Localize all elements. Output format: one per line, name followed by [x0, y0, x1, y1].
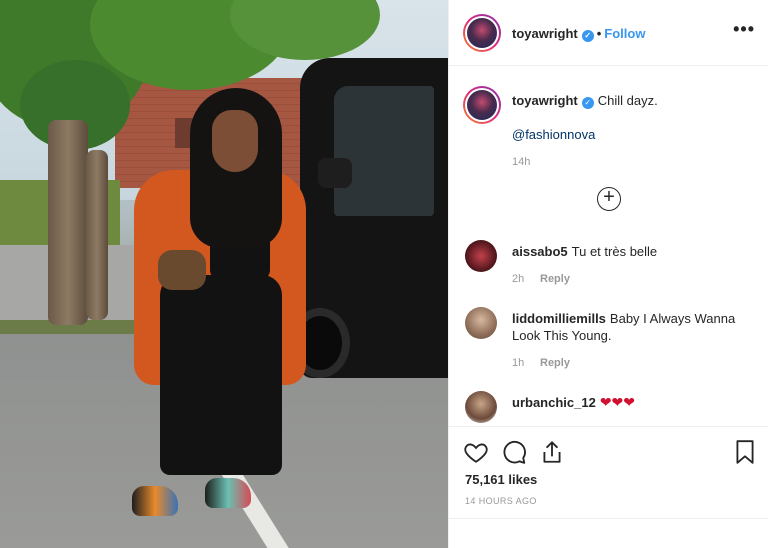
- comment-avatar[interactable]: [465, 391, 497, 423]
- bookmark-icon[interactable]: [732, 439, 758, 465]
- comment-text: aissabo5 Tu et très belle: [512, 243, 757, 260]
- comment-username[interactable]: aissabo5: [512, 244, 568, 259]
- caption-text: Chill dayz.: [597, 93, 658, 108]
- photo-tree-trunk: [48, 120, 88, 325]
- comment-text: urbanchic_12 ❤❤❤: [512, 394, 757, 411]
- photo-face: [212, 110, 258, 172]
- post-timestamp: 14 HOURS AGO: [465, 496, 537, 506]
- photo-purse: [158, 250, 206, 290]
- photo-pants: [160, 275, 282, 475]
- comment-avatar[interactable]: [465, 307, 497, 339]
- comment-body: Tu et très belle: [571, 244, 658, 259]
- comment-avatar[interactable]: [465, 240, 497, 272]
- comment-body: ❤❤❤: [599, 394, 636, 410]
- comment-timestamp: 1h: [512, 357, 525, 369]
- load-more-comments-icon[interactable]: +: [597, 187, 621, 211]
- post-actions: [449, 426, 768, 548]
- caption-timestamp: 14h: [512, 156, 531, 168]
- post-photo[interactable]: [0, 0, 448, 548]
- author-username[interactable]: toyawright: [512, 26, 578, 41]
- photo-truck: [290, 58, 448, 378]
- comment-icon[interactable]: [501, 439, 527, 465]
- caption-username[interactable]: toyawright: [512, 93, 578, 108]
- photo-tree-trunk: [86, 150, 108, 320]
- caption-mention-link[interactable]: @fashionnova: [512, 127, 595, 142]
- verified-badge-icon: ✓: [581, 30, 594, 42]
- verified-badge-icon: ✓: [581, 97, 594, 109]
- more-options-icon[interactable]: •••: [733, 20, 755, 38]
- comment-username[interactable]: urbanchic_12: [512, 395, 596, 410]
- comment-username[interactable]: liddomilliemills: [512, 311, 606, 326]
- heart-icon[interactable]: [463, 439, 489, 465]
- caption-avatar[interactable]: [463, 86, 501, 124]
- likes-count[interactable]: 75,161 likes: [465, 472, 537, 487]
- divider: [449, 518, 768, 519]
- author-username-row: toyawright ✓ • Follow: [512, 26, 645, 42]
- follow-button[interactable]: Follow: [604, 26, 645, 41]
- photo-shoe-right: [205, 478, 251, 508]
- comment-timestamp: 2h: [512, 273, 525, 285]
- post-sidebar: toyawright ✓ • Follow ••• toyawright ✓ Chill …: [448, 0, 768, 548]
- post-header: toyawright ✓ • Follow •••: [449, 0, 768, 66]
- caption-line: toyawright ✓ Chill dayz.: [512, 93, 658, 109]
- reply-button[interactable]: Reply: [540, 273, 570, 285]
- separator-dot: •: [596, 26, 602, 41]
- author-avatar[interactable]: [463, 14, 501, 52]
- photo-shoe-left: [132, 486, 178, 516]
- reply-button[interactable]: Reply: [540, 357, 570, 369]
- share-icon[interactable]: [539, 439, 565, 465]
- comment-text: liddomilliemills Baby I Always Wanna Look…: [512, 310, 757, 344]
